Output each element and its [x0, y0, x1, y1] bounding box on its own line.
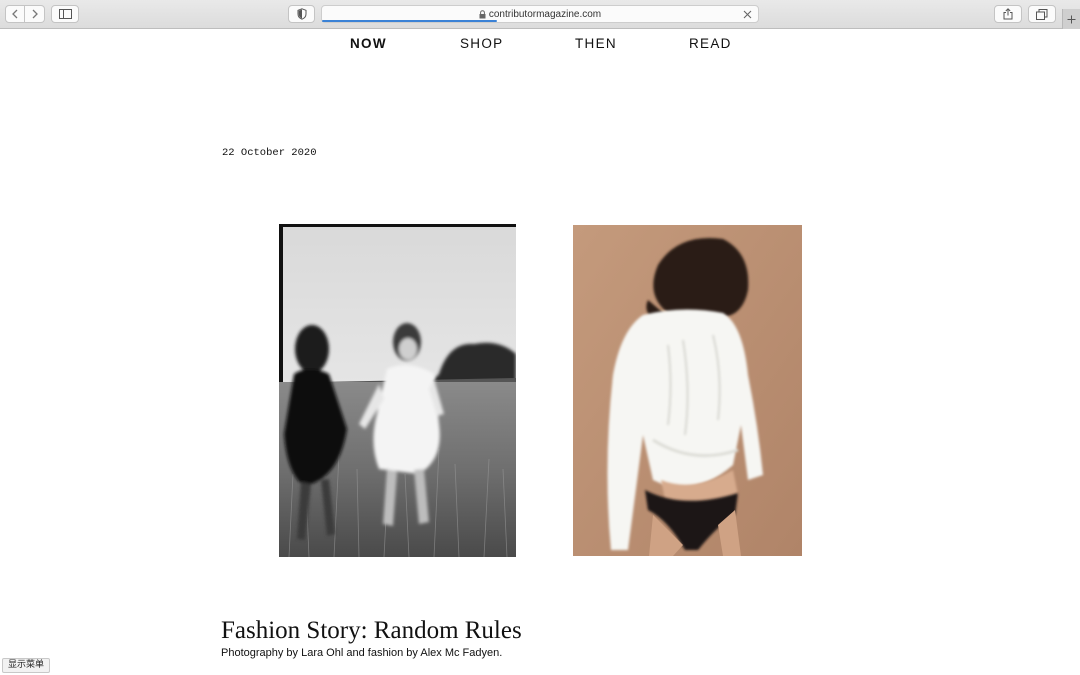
close-icon [743, 10, 751, 18]
post-date: 22 October 2020 [222, 147, 317, 159]
sidebar-toggle-button[interactable] [51, 5, 79, 23]
sidebar-icon [58, 9, 72, 19]
site-navigation: NOW SHOP THEN READ [0, 36, 1080, 54]
show-menu-button[interactable]: 显示菜单 [2, 658, 51, 673]
chevron-left-icon [12, 9, 18, 19]
plus-icon [1067, 15, 1076, 23]
nav-item-read[interactable]: READ [689, 36, 732, 51]
nav-item-shop[interactable]: SHOP [460, 36, 503, 51]
bw-field-photo-illustration [279, 224, 516, 557]
tabs-icon [1036, 8, 1048, 20]
share-icon [1003, 8, 1013, 20]
forward-button[interactable] [25, 5, 45, 23]
color-portrait-photo-illustration [573, 225, 802, 556]
photo-women-running-field[interactable] [279, 224, 516, 557]
page-load-progress [322, 20, 497, 22]
post-title[interactable]: Fashion Story: Random Rules [221, 617, 522, 645]
stop-loading-button[interactable] [741, 8, 753, 20]
browser-toolbar: contributormagazine.com [0, 0, 1080, 29]
shield-icon [297, 8, 306, 20]
nav-item-now[interactable]: NOW [350, 36, 387, 51]
lock-icon [479, 9, 486, 19]
chevron-right-icon [32, 9, 38, 19]
post-credits: Photography by Lara Ohl and fashion by A… [221, 647, 503, 659]
back-button[interactable] [5, 5, 25, 23]
share-button[interactable] [994, 5, 1022, 23]
new-tab-button[interactable] [1062, 9, 1080, 29]
url-text: contributormagazine.com [488, 8, 602, 20]
privacy-report-button[interactable] [288, 5, 315, 23]
photo-woman-white-shirt[interactable] [573, 225, 802, 556]
nav-item-then[interactable]: THEN [575, 36, 617, 51]
tab-overview-button[interactable] [1028, 5, 1056, 23]
